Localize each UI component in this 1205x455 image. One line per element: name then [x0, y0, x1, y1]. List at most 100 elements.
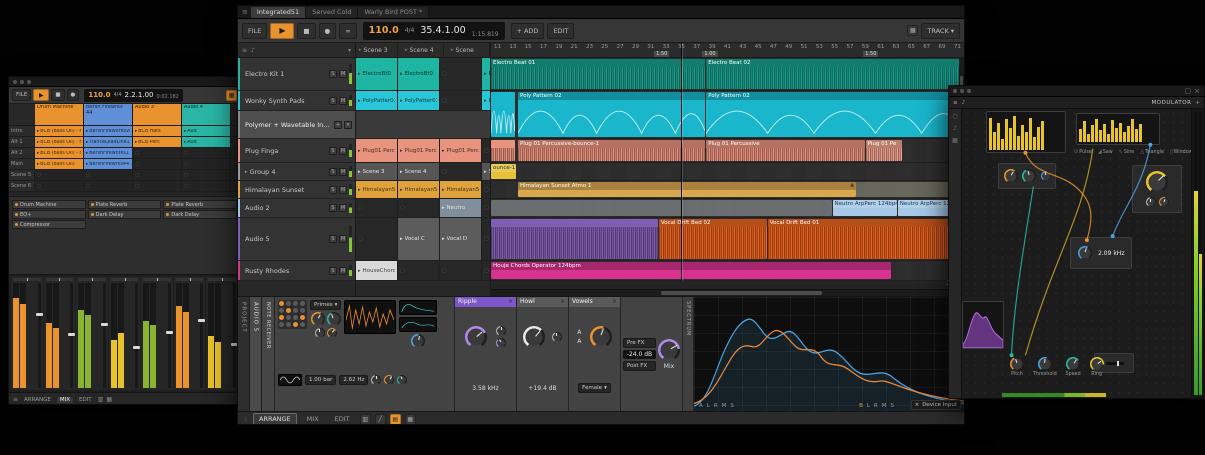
grid-menu-icon[interactable]: ≡ — [953, 100, 958, 106]
filter-cutoff-knob[interactable] — [1078, 246, 1092, 260]
remove-device-button[interactable]: × — [344, 121, 352, 129]
howl-knob[interactable] — [552, 332, 562, 342]
tracklist-empty-area[interactable] — [238, 281, 355, 296]
pan-control[interactable] — [176, 278, 204, 281]
spectrum-channel-button[interactable]: M — [722, 403, 727, 409]
timeline-marker[interactable]: 1.50 — [654, 51, 669, 57]
empty-clip-slot[interactable]: ▢ — [182, 181, 231, 191]
clip-slot[interactable]: ▸Plug01 Perco — [356, 139, 398, 162]
arranger-clip[interactable] — [491, 140, 515, 161]
spectrum-channel-button[interactable]: M — [882, 403, 887, 409]
timeline-marker[interactable]: 1.50 — [863, 51, 878, 57]
timeline-ruler[interactable]: 1113151719212325272931333537394143454749… — [491, 43, 964, 58]
step-bar[interactable] — [1087, 134, 1090, 142]
fx-gain-value[interactable]: -24.0 dB — [623, 350, 656, 359]
record-button[interactable]: ● — [319, 23, 337, 39]
channel-strip[interactable] — [141, 277, 173, 390]
clip-slot[interactable]: ▸Himalayan51 — [398, 181, 440, 198]
clip[interactable]: ▸BerlinFireworksVrb1 — [84, 126, 133, 136]
mute-button[interactable]: M — [339, 235, 347, 243]
polymer-knob[interactable] — [327, 312, 341, 326]
device-howl[interactable]: Howl × +19.4 dB — [517, 297, 569, 411]
empty-clip-slot[interactable]: ▢ — [482, 218, 491, 260]
empty-clip-slot[interactable]: ▢ — [356, 199, 398, 217]
step-bar[interactable] — [1091, 125, 1094, 142]
post-fx-button[interactable]: Post FX — [623, 361, 656, 371]
spectrum-channel-button[interactable]: S — [730, 403, 734, 409]
tempo-value[interactable]: 110.0 — [369, 25, 399, 36]
spectrum-channel-button[interactable]: S — [891, 403, 895, 409]
arranger-lane[interactable]: Electro Beat 01Electro Beat 02 — [491, 58, 964, 91]
clip[interactable]: ▸BCB (Bass Oil) - HiL — [35, 126, 84, 136]
mixer-track-header[interactable]: Berlin Firewrks 44 — [84, 104, 133, 125]
scene-label[interactable]: Scene 5 — [9, 170, 35, 180]
scene-label[interactable]: Main — [9, 159, 35, 169]
vowel-letter[interactable]: A — [577, 329, 581, 336]
osc-option-pulse[interactable]: ⊙Pulse — [1074, 149, 1092, 155]
macro-knob-ring[interactable]: Ring — [1090, 357, 1104, 377]
step-sequencer[interactable] — [1076, 113, 1160, 145]
step-bar[interactable] — [1107, 134, 1110, 142]
volume-fader[interactable] — [103, 283, 106, 388]
arranger-empty-area[interactable] — [491, 281, 964, 289]
step-bar[interactable] — [1119, 123, 1122, 143]
more-menu-icon[interactable]: ⋮ — [243, 416, 249, 423]
close-icon[interactable]: × — [1194, 88, 1200, 95]
track-row[interactable]: Plug FingaSM — [238, 139, 355, 163]
arranger-clip[interactable] — [856, 182, 963, 197]
volume-fader[interactable] — [168, 283, 171, 388]
arranger-clip[interactable]: Vocal Drift Bed 02 — [659, 219, 767, 259]
scene-header[interactable]: ▸Scene 3 — [356, 43, 398, 57]
clip-slot[interactable]: ▸PolyPatter02 — [398, 91, 440, 110]
volume-fader[interactable] — [70, 283, 73, 388]
grid-icon[interactable]: ▦ — [405, 414, 416, 425]
track-row[interactable]: Himalayan SunsetSM — [238, 181, 355, 199]
polymer-knob[interactable] — [371, 375, 381, 385]
clip[interactable]: ▸TranceLeadLine1 — [84, 137, 133, 147]
howl-gain-value[interactable]: +19.4 dB — [519, 385, 566, 392]
solo-button[interactable]: S — [329, 204, 337, 212]
empty-clip-slot[interactable]: ▢ — [440, 261, 482, 280]
empty-clip-slot[interactable]: ▢ — [482, 139, 491, 162]
mixer-track-header[interactable]: Drum Machine — [35, 104, 84, 125]
arranger-clip[interactable]: Vocal Drift Bed 01 — [768, 219, 963, 259]
arranger-lane[interactable]: Vocal Drift Bed 02Vocal Drift Bed 01 — [491, 218, 964, 261]
grid-knob[interactable] — [1146, 171, 1168, 193]
ripple-knob[interactable] — [496, 338, 506, 348]
file-menu-button[interactable]: FILE — [12, 89, 31, 101]
search-icon[interactable]: ○ — [952, 113, 957, 120]
volume-fader[interactable] — [233, 283, 236, 388]
view-toggle-arrange[interactable]: ARRANGE — [21, 397, 54, 403]
edit-mode-button[interactable]: EDIT — [547, 23, 574, 39]
prob-bar[interactable] — [989, 118, 992, 150]
channel-strip[interactable] — [174, 277, 206, 390]
lfo-module[interactable] — [998, 163, 1056, 189]
clip[interactable]: ▸BCB Perc — [133, 137, 182, 147]
clip[interactable]: ▸Aud — [182, 137, 231, 147]
empty-clip-slot[interactable]: ▢ — [356, 218, 398, 260]
scene-label[interactable]: Alt 2 — [9, 148, 35, 158]
empty-clip-slot[interactable]: ▢ — [84, 170, 133, 180]
arranger-clip[interactable] — [491, 200, 832, 216]
arranger-clip[interactable]: Houje Chords Operator 124bpm — [491, 262, 891, 279]
close-icon[interactable]: × — [612, 297, 617, 307]
ripple-freq-knob[interactable] — [465, 326, 487, 348]
arranger-lane[interactable]: Neutro ArpPerc 124bpmNeutro ArpPerc 124b… — [491, 199, 964, 218]
step-bar[interactable] — [1099, 130, 1102, 142]
maximize-icon[interactable]: ▢ — [1185, 88, 1192, 95]
lfo-rate-value[interactable]: 1.00 bar — [305, 375, 336, 385]
device-chip[interactable]: EQ+ — [12, 210, 86, 219]
track-row[interactable]: Wonky Synth PadsSM — [238, 91, 355, 111]
pan-control[interactable] — [78, 278, 106, 281]
scene-label[interactable]: Scene 6 — [9, 181, 35, 191]
device-chip[interactable]: Dark Delay — [163, 210, 237, 219]
mute-button[interactable]: M — [339, 70, 347, 78]
pan-control[interactable] — [13, 278, 41, 281]
clip-slot[interactable]: ▸PolyPatter02 — [356, 91, 398, 110]
volume-fader[interactable] — [38, 283, 41, 388]
empty-clip-slot[interactable]: ▢ — [35, 181, 84, 191]
pan-control[interactable] — [46, 278, 74, 281]
filter-module[interactable]: 2.09 kHz — [1070, 237, 1132, 269]
track-row[interactable]: Electro Kit 1SM — [238, 58, 355, 91]
device-vowels[interactable]: Vowels × A A Female ▾ — [569, 297, 621, 411]
